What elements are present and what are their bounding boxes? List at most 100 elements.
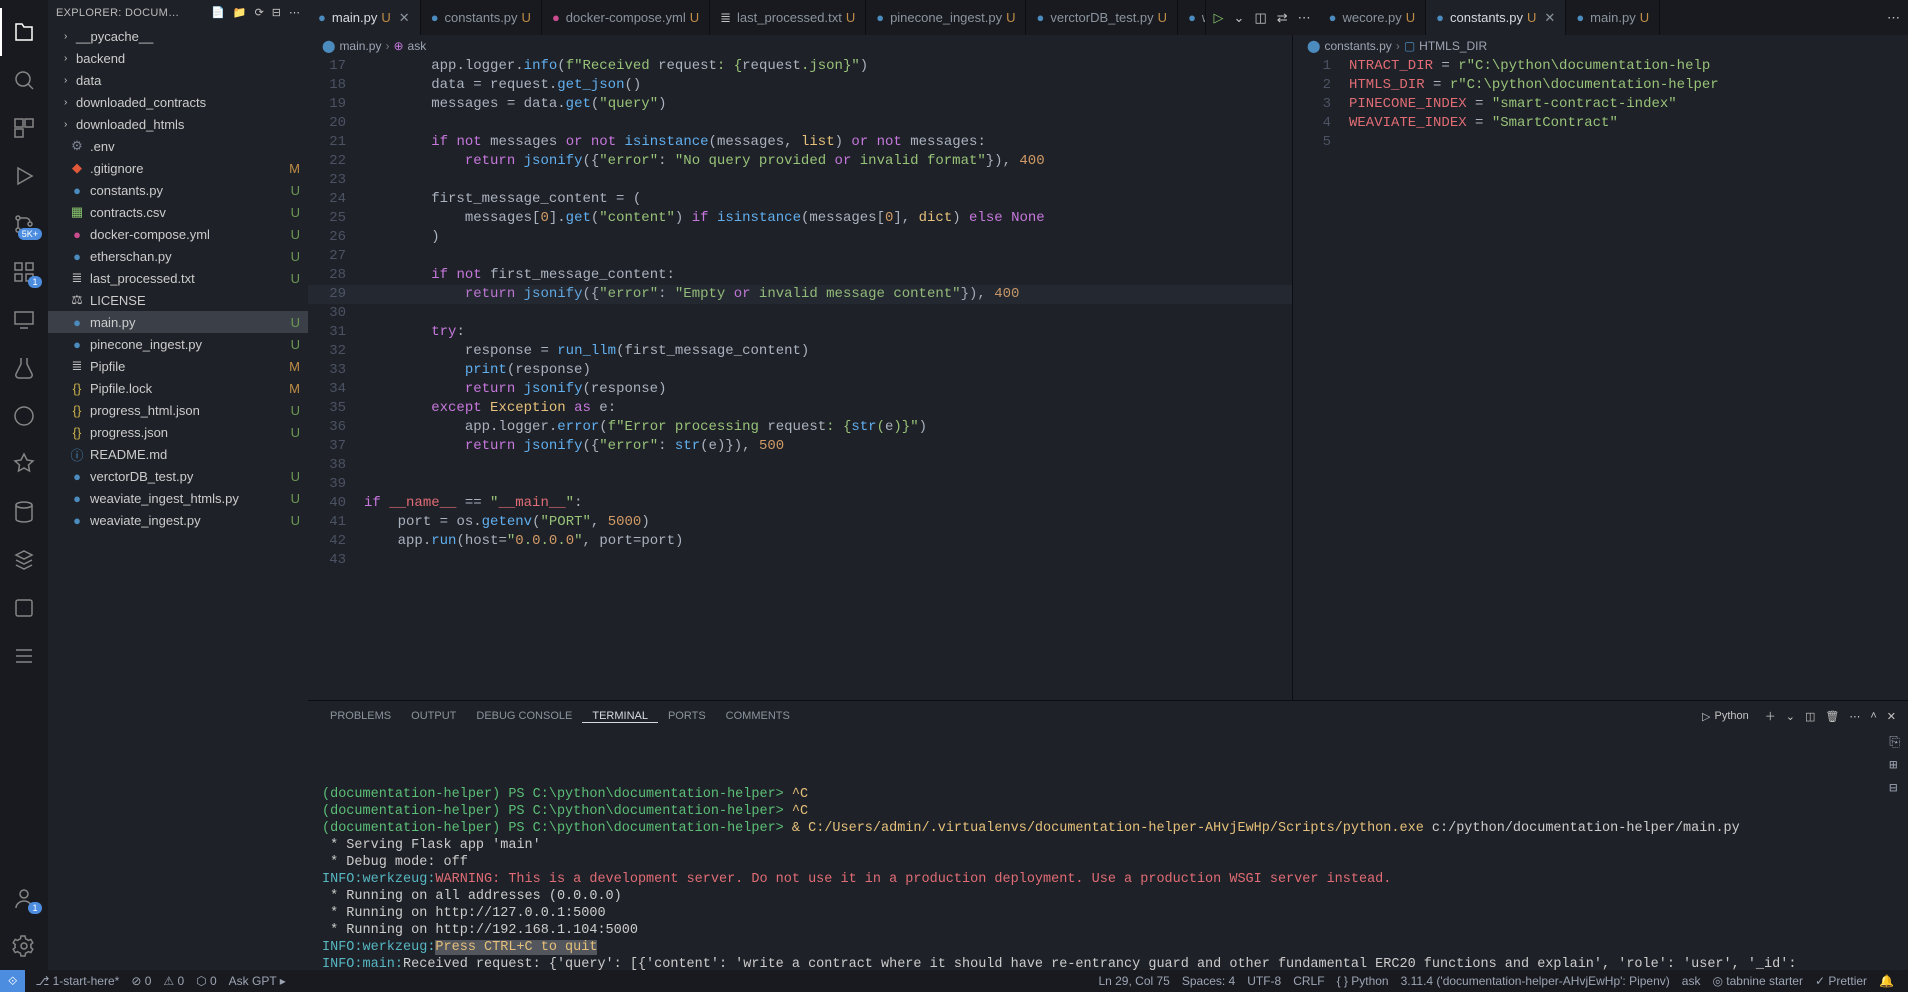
tab-verctorDB_test.py[interactable]: ●verctorDB_test.pyU	[1026, 0, 1178, 35]
run-icon[interactable]: ▷	[1214, 10, 1224, 26]
icon-d[interactable]	[0, 584, 48, 632]
accounts-icon[interactable]: 1	[0, 874, 48, 922]
file-weaviate_ingest_htmls.py[interactable]: ●weaviate_ingest_htmls.pyU	[48, 487, 308, 509]
close-panel-icon[interactable]: ✕	[1887, 710, 1896, 723]
terminal[interactable]: ⎘ ⊞ ⊟ (documentation-helper) PS C:\pytho…	[308, 731, 1908, 970]
status-item[interactable]: ⬡ 0	[190, 974, 222, 988]
status-item[interactable]: ask	[1676, 974, 1707, 988]
term-side-icon-a[interactable]: ⎘	[1889, 735, 1900, 752]
tab-main.py[interactable]: ●main.pyU✕	[308, 0, 421, 35]
extensions-alt-icon[interactable]	[0, 104, 48, 152]
panel-tab-terminal[interactable]: TERMINAL	[582, 710, 658, 723]
tab-constants.py[interactable]: ●constants.pyU✕	[1426, 0, 1566, 35]
more-tabs-icon[interactable]: ⋯	[1298, 10, 1311, 26]
terminal-type[interactable]: ▷ Python	[1696, 709, 1755, 724]
file-constants.py[interactable]: ●constants.pyU	[48, 179, 308, 201]
status-item[interactable]: ⚠ 0	[157, 974, 190, 988]
maximize-panel-icon[interactable]: ˄	[1870, 710, 1876, 722]
more-terminal-icon[interactable]: ⋯	[1849, 710, 1860, 723]
status-item[interactable]: Spaces: 4	[1176, 974, 1241, 988]
settings-gear-icon[interactable]	[0, 922, 48, 970]
status-item[interactable]: 3.11.4 ('documentation-helper-AHvjEwHp':…	[1395, 974, 1676, 988]
source-control-icon[interactable]: 5K+	[0, 200, 48, 248]
close-tab-icon[interactable]: ✕	[1544, 10, 1555, 26]
folder-downloaded_htmls[interactable]: ›downloaded_htmls	[48, 113, 308, 135]
status-item[interactable]: Ln 29, Col 75	[1092, 974, 1175, 988]
split-icon[interactable]: ◫	[1254, 10, 1266, 26]
close-tab-icon[interactable]: ✕	[399, 10, 410, 26]
status-item[interactable]: { } Python	[1331, 974, 1395, 988]
file-Pipfile[interactable]: ≣PipfileM	[48, 355, 308, 377]
panel-tab-debug-console[interactable]: DEBUG CONSOLE	[466, 710, 582, 723]
folder-downloaded_contracts[interactable]: ›downloaded_contracts	[48, 91, 308, 113]
status-item[interactable]: 🔔	[1873, 974, 1900, 988]
file-docker-compose.yml[interactable]: ●docker-compose.ymlU	[48, 223, 308, 245]
file-weaviate_ingest.py[interactable]: ●weaviate_ingest.pyU	[48, 509, 308, 531]
debug-icon[interactable]: ⌄	[1234, 10, 1245, 26]
code-area-left[interactable]: 1718192021222324252627282930313233343536…	[308, 57, 1292, 700]
testing-icon[interactable]	[0, 344, 48, 392]
file-main.py[interactable]: ●main.pyU	[48, 311, 308, 333]
panel-tab-problems[interactable]: PROBLEMS	[320, 710, 401, 723]
status-item[interactable]: ◎ tabnine starter	[1706, 974, 1809, 988]
icon-b[interactable]	[0, 440, 48, 488]
status-item[interactable]: ⊘ 0	[125, 974, 157, 988]
kill-terminal-icon[interactable]: 🗑	[1825, 710, 1839, 723]
folder-__pycache__[interactable]: ›__pycache__	[48, 25, 308, 47]
explorer-icon[interactable]	[0, 8, 48, 56]
panel-tab-ports[interactable]: PORTS	[658, 710, 716, 723]
extensions-icon[interactable]: 1	[0, 248, 48, 296]
status-item[interactable]: ✓ Prettier	[1809, 974, 1873, 988]
file-.gitignore[interactable]: ◆.gitignoreM	[48, 157, 308, 179]
status-item[interactable]: ⎇ 1-start-here*	[29, 974, 125, 988]
file-README.md[interactable]: ⓘREADME.md	[48, 443, 308, 465]
split-terminal-icon[interactable]: ◫	[1805, 710, 1815, 723]
new-file-icon[interactable]: 📄	[211, 6, 225, 19]
more-icon[interactable]: ⋯	[289, 6, 300, 19]
status-item[interactable]: UTF-8	[1241, 974, 1287, 988]
file-pinecone_ingest.py[interactable]: ●pinecone_ingest.pyU	[48, 333, 308, 355]
term-side-icon-c[interactable]: ⊟	[1889, 781, 1900, 798]
remote-explorer-icon[interactable]	[0, 296, 48, 344]
file-tree[interactable]: ›__pycache__›backend›data›downloaded_con…	[48, 25, 308, 970]
terminal-dropdown-icon[interactable]: ⌄	[1786, 710, 1795, 723]
run-debug-icon[interactable]	[0, 152, 48, 200]
tab-pinecone_ingest.py[interactable]: ●pinecone_ingest.pyU	[866, 0, 1026, 35]
breadcrumb-left[interactable]: ⬤ main.py › ⊕ ask	[308, 35, 1292, 57]
folder-backend[interactable]: ›backend	[48, 47, 308, 69]
new-folder-icon[interactable]: 📁	[233, 6, 247, 19]
new-terminal-icon[interactable]: ＋	[1765, 708, 1776, 724]
file-etherschan.py[interactable]: ●etherschan.pyU	[48, 245, 308, 267]
tab-main.py[interactable]: ●main.pyU	[1566, 0, 1660, 35]
tab-weavi…[interactable]: ●weavi…	[1178, 0, 1205, 35]
panel-tab-comments[interactable]: COMMENTS	[716, 710, 800, 723]
remote-button[interactable]: ⟐	[0, 970, 25, 992]
breadcrumb-right[interactable]: ⬤ constants.py › ▢ HTMLS_DIR	[1293, 35, 1908, 57]
tab-last_processed.txt[interactable]: ≣last_processed.txtU	[710, 0, 866, 35]
folder-data[interactable]: ›data	[48, 69, 308, 91]
code-text-left[interactable]: app.logger.info(f"Received request: {req…	[364, 57, 1282, 700]
code-text-right[interactable]: NTRACT_DIR = r"C:\python\documentation-h…	[1349, 57, 1908, 700]
more-right-icon[interactable]: ⋯	[1887, 10, 1900, 26]
file-progress_html.json[interactable]: {}progress_html.jsonU	[48, 399, 308, 421]
tab-docker-compose.yml[interactable]: ●docker-compose.ymlU	[542, 0, 710, 35]
tab-wecore.py[interactable]: ●wecore.pyU	[1319, 0, 1427, 35]
file-.env[interactable]: ⚙.env	[48, 135, 308, 157]
file-LICENSE[interactable]: ⚖LICENSE	[48, 289, 308, 311]
panel-tab-output[interactable]: OUTPUT	[401, 710, 466, 723]
tab-constants.py[interactable]: ●constants.pyU	[421, 0, 542, 35]
term-side-icon-b[interactable]: ⊞	[1889, 758, 1900, 775]
file-progress.json[interactable]: {}progress.jsonU	[48, 421, 308, 443]
file-last_processed.txt[interactable]: ≣last_processed.txtU	[48, 267, 308, 289]
compare-icon[interactable]: ⇄	[1277, 10, 1288, 26]
status-item[interactable]: Ask GPT ▸	[223, 974, 292, 988]
file-verctorDB_test.py[interactable]: ●verctorDB_test.pyU	[48, 465, 308, 487]
file-contracts.csv[interactable]: ▦contracts.csvU	[48, 201, 308, 223]
icon-e[interactable]	[0, 632, 48, 680]
refresh-icon[interactable]: ⟳	[255, 6, 264, 19]
status-item[interactable]: CRLF	[1287, 974, 1330, 988]
file-Pipfile.lock[interactable]: {}Pipfile.lockM	[48, 377, 308, 399]
icon-a[interactable]	[0, 392, 48, 440]
database-icon[interactable]	[0, 488, 48, 536]
icon-c[interactable]	[0, 536, 48, 584]
